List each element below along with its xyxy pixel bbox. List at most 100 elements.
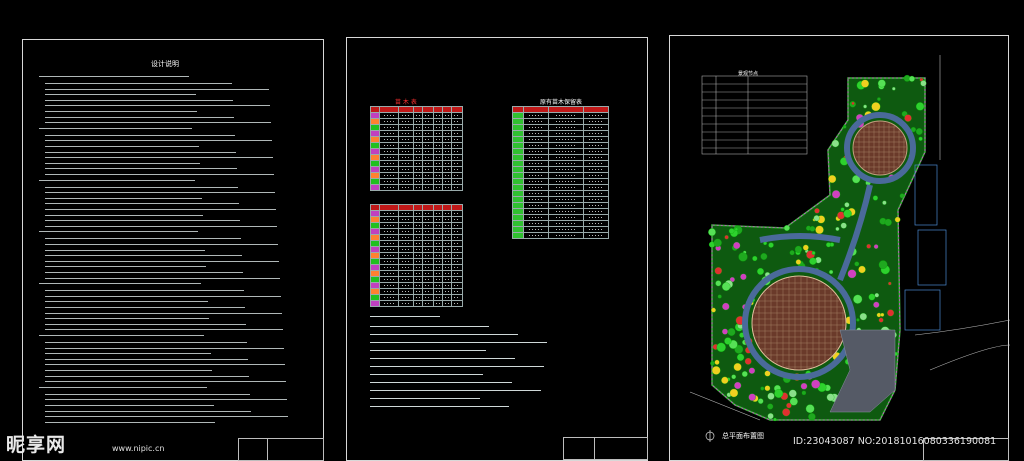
tree-icon: [733, 241, 741, 250]
tree-icon: [872, 195, 878, 201]
tree-icon: [748, 393, 756, 401]
tree-icon: [721, 376, 729, 384]
tree-icon: [734, 227, 739, 231]
tree-icon: [847, 269, 857, 279]
north-arrow-icon: [705, 430, 715, 442]
tree-icon: [894, 216, 901, 223]
tree-icon: [711, 307, 716, 313]
tree-icon: [760, 386, 765, 391]
tree-icon: [783, 225, 790, 231]
tree-icon: [873, 301, 880, 308]
tree-icon: [714, 359, 720, 365]
round-plaza-small: [852, 120, 908, 176]
tree-icon: [854, 261, 860, 267]
tree-icon: [856, 318, 860, 322]
tree-icon: [915, 102, 925, 111]
round-plaza-large: [751, 275, 847, 371]
tree-icon: [882, 200, 887, 205]
tree-icon: [738, 252, 748, 262]
tree-icon: [843, 209, 852, 218]
tree-icon: [904, 114, 912, 122]
tree-icon: [767, 392, 775, 400]
tree-icon: [858, 265, 866, 274]
tree-icon: [828, 174, 837, 184]
tree-icon: [724, 235, 729, 240]
tree-icon: [811, 251, 816, 255]
tree-icon: [711, 366, 721, 375]
tree-icon: [829, 269, 834, 275]
tree-icon: [831, 190, 841, 199]
tree-icon: [740, 273, 747, 281]
tree-icon: [728, 228, 735, 234]
tree-icon: [713, 238, 722, 247]
tree-icon: [708, 228, 716, 236]
tree-icon: [748, 367, 756, 374]
tree-icon: [877, 79, 886, 88]
tree-icon: [767, 403, 774, 410]
tree-icon: [744, 357, 752, 365]
tree-icon: [842, 125, 847, 129]
tree-icon: [741, 371, 748, 377]
tree-icon: [868, 293, 876, 301]
tree-icon: [811, 379, 821, 389]
tree-icon: [801, 390, 807, 396]
watermark-brand: 昵享网: [6, 434, 67, 456]
tree-icon: [888, 281, 892, 286]
tree-icon: [773, 417, 777, 422]
tree-icon: [788, 389, 797, 398]
tree-icon: [795, 259, 802, 265]
tree-icon: [908, 75, 915, 82]
tree-icon: [789, 250, 795, 256]
tree-icon: [851, 101, 855, 106]
tree-icon: [808, 413, 816, 421]
node-table: [701, 75, 808, 155]
image-id: ID:23043087 NO:20181016080336190081: [793, 436, 997, 447]
tree-icon: [840, 222, 847, 229]
tree-icon: [757, 267, 764, 275]
tree-icon: [800, 382, 808, 390]
tree-icon: [892, 86, 896, 91]
tree-icon: [805, 404, 815, 414]
tree-icon: [782, 408, 791, 417]
tree-icon: [853, 294, 863, 304]
tree-icon: [721, 282, 731, 291]
tree-icon: [835, 226, 840, 231]
tree-icon: [859, 312, 867, 321]
tree-icon: [866, 243, 872, 249]
tree-icon: [887, 309, 895, 317]
tree-icon: [809, 257, 817, 265]
tree-icon: [831, 139, 840, 148]
tree-icon: [715, 280, 722, 287]
tree-icon: [717, 294, 722, 299]
tree-icon: [727, 328, 736, 336]
tree-icon: [920, 80, 927, 87]
tree-icon: [878, 317, 884, 323]
tree-icon: [710, 361, 715, 366]
tree-icon: [722, 302, 730, 311]
tree-icon: [794, 245, 802, 253]
tree-icon: [731, 374, 737, 380]
tree-icon: [768, 242, 774, 248]
tree-icon: [774, 389, 784, 398]
tree-icon: [813, 215, 820, 222]
tree-icon: [877, 97, 881, 101]
adjacent-buildings: [904, 164, 947, 331]
tree-icon: [733, 362, 742, 372]
tree-icon: [764, 385, 771, 392]
tree-icon: [814, 208, 820, 214]
tree-icon: [767, 413, 774, 420]
tree-icon: [826, 393, 835, 402]
tree-icon: [714, 267, 723, 275]
tree-icon: [826, 242, 831, 248]
tree-icon: [915, 128, 923, 135]
tree-icon: [724, 337, 732, 345]
tree-icon: [874, 292, 880, 298]
tree-icon: [878, 260, 888, 270]
tree-icon: [786, 402, 792, 409]
tree-icon: [863, 104, 867, 109]
tree-icon: [760, 253, 768, 260]
tree-icon: [729, 388, 739, 398]
tree-icon: [899, 193, 905, 199]
tree-icon: [860, 79, 870, 88]
watermark-url: www.nipic.cn: [112, 444, 165, 453]
